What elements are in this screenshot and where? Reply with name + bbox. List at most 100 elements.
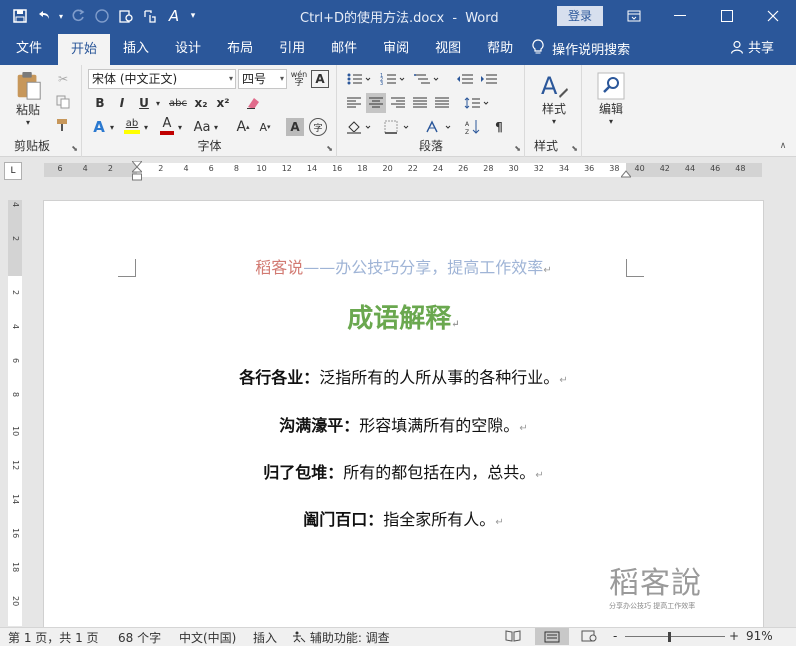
change-case-dropdown-icon[interactable]: ▾ <box>211 116 221 138</box>
page-count[interactable]: 第 1 页，共 1 页 <box>8 629 99 646</box>
grow-font-button[interactable]: A ▴ <box>233 116 253 138</box>
copy-icon[interactable] <box>54 93 72 111</box>
vertical-ruler[interactable]: 4 2 2 4 6 8 10 12 14 16 18 20 <box>8 200 22 626</box>
font-size-combo[interactable]: 四号 ▾ <box>238 69 287 89</box>
zoom-level[interactable]: 91% <box>746 629 773 643</box>
horizontal-ruler[interactable]: 6 4 2 2 4 6 8 10 12 14 16 18 20 22 24 26 28 30 32 34 36 38 40 4… <box>44 161 762 181</box>
tab-review[interactable]: 审阅 <box>370 32 422 65</box>
zoom-slider[interactable] <box>625 636 725 637</box>
tell-me-search[interactable]: 操作说明搜索 <box>532 32 630 65</box>
enclose-characters-button[interactable]: 字 <box>309 118 327 136</box>
text-effects-dropdown-icon[interactable]: ▾ <box>107 116 117 138</box>
tab-view[interactable]: 视图 <box>422 32 474 65</box>
insert-mode[interactable]: 插入 <box>253 629 277 646</box>
tab-selector-icon[interactable]: L <box>4 162 22 180</box>
font-style-icon[interactable]: A <box>162 4 186 28</box>
tab-help[interactable]: 帮助 <box>474 32 526 65</box>
tab-mailings[interactable]: 邮件 <box>318 32 370 65</box>
font-name-combo[interactable]: 宋体 (中文正文) ▾ <box>88 69 236 89</box>
multilevel-list-icon[interactable] <box>412 69 442 89</box>
tab-references[interactable]: 引用 <box>266 32 318 65</box>
share-button[interactable]: 共享 <box>730 32 774 65</box>
editing-button[interactable]: 编辑 ▾ <box>589 69 633 129</box>
minimize-icon[interactable] <box>657 0 703 32</box>
distributed-icon[interactable] <box>432 93 452 113</box>
align-center-icon[interactable] <box>366 93 386 113</box>
clipboard-launcher-icon[interactable]: ⬊ <box>71 144 78 153</box>
right-indent-marker-icon[interactable] <box>621 170 631 178</box>
show-marks-icon[interactable]: ¶ <box>488 117 510 137</box>
bullets-icon[interactable] <box>344 69 374 89</box>
read-mode-icon[interactable] <box>505 630 521 645</box>
bold-button[interactable]: B <box>91 93 109 113</box>
align-right-icon[interactable] <box>388 93 408 113</box>
ribbon-display-options-icon[interactable] <box>611 0 657 32</box>
chinese-layout-icon[interactable] <box>424 117 454 137</box>
save-icon[interactable] <box>8 4 32 28</box>
print-layout-icon[interactable] <box>535 628 569 645</box>
close-icon[interactable] <box>750 0 796 32</box>
tab-file[interactable]: 文件 <box>0 32 58 65</box>
character-shading-button[interactable]: A <box>286 118 304 136</box>
accessibility-status[interactable]: 辅助功能: 调查 <box>292 629 390 646</box>
justify-icon[interactable] <box>410 93 430 113</box>
format-painter-icon[interactable] <box>54 116 72 134</box>
font-launcher-icon[interactable]: ⬊ <box>326 144 333 153</box>
tab-insert[interactable]: 插入 <box>110 32 162 65</box>
italic-button[interactable]: I <box>113 93 131 113</box>
cut-icon[interactable]: ✂ <box>54 70 72 88</box>
document-page[interactable]: 稻客说——办公技巧分享，提高工作效率↵ 成语解释↵ 各行各业：泛指所有的人所从事… <box>44 201 763 627</box>
styles-launcher-icon[interactable]: ⬊ <box>571 144 578 153</box>
paste-button[interactable]: 粘贴 ▾ <box>8 71 48 127</box>
ribbon: 粘贴 ▾ ✂ 剪贴板 ⬊ 宋体 (中文正文) ▾ 四号 ▾ wén 字 A B … <box>0 65 796 157</box>
phonetic-guide-button[interactable]: wén 字 <box>289 68 309 90</box>
highlight-button[interactable]: ab <box>121 115 143 137</box>
tab-design[interactable]: 设计 <box>162 32 214 65</box>
shrink-font-button[interactable]: A ▾ <box>255 116 275 138</box>
idiom-definition: 所有的都包括在内，总共。 <box>343 463 536 482</box>
decrease-indent-icon[interactable] <box>454 69 476 89</box>
text-effects-button[interactable]: A <box>89 116 109 138</box>
zoom-out-button[interactable]: - <box>613 629 617 643</box>
circle-icon[interactable] <box>90 4 114 28</box>
change-case-button[interactable]: Aa <box>191 116 213 138</box>
collapse-ribbon-icon[interactable]: ∧ <box>776 139 790 153</box>
font-color-dropdown-icon[interactable]: ▾ <box>175 116 185 138</box>
indent-marker-icon[interactable] <box>132 161 142 181</box>
font-color-button[interactable]: A <box>157 115 177 137</box>
character-border-button[interactable]: A <box>311 70 329 88</box>
superscript-button[interactable]: x² <box>213 93 233 113</box>
login-button[interactable]: 登录 <box>557 6 603 26</box>
undo-icon[interactable] <box>32 4 56 28</box>
maximize-icon[interactable] <box>704 0 750 32</box>
web-layout-icon[interactable] <box>581 630 597 645</box>
subscript-button[interactable]: x₂ <box>191 93 211 113</box>
numbering-icon[interactable]: 123 <box>378 69 408 89</box>
clear-formatting-icon[interactable] <box>243 93 263 113</box>
ruler-tick: 24 <box>432 164 444 173</box>
tab-layout[interactable]: 布局 <box>214 32 266 65</box>
zoom-slider-thumb[interactable] <box>668 632 671 642</box>
borders-icon[interactable] <box>382 117 412 137</box>
line-spacing-icon[interactable] <box>462 93 492 113</box>
paragraph-launcher-icon[interactable]: ⬊ <box>514 144 521 153</box>
word-count[interactable]: 68 个字 <box>118 629 161 646</box>
styles-button[interactable]: A 样式 ▾ <box>532 69 576 129</box>
sort-icon[interactable]: AZ <box>462 117 484 137</box>
language[interactable]: 中文(中国) <box>179 629 236 646</box>
undo-dropdown-icon[interactable]: ▾ <box>56 4 66 28</box>
underline-button[interactable]: U <box>135 93 153 113</box>
zoom-in-button[interactable]: + <box>729 629 739 643</box>
shading-icon[interactable] <box>344 117 374 137</box>
highlight-dropdown-icon[interactable]: ▾ <box>141 116 151 138</box>
customize-icon[interactable]: ▾ <box>186 4 200 28</box>
touch-mode-icon[interactable] <box>138 4 162 28</box>
underline-dropdown-icon[interactable]: ▾ <box>153 93 163 113</box>
align-left-icon[interactable] <box>344 93 364 113</box>
print-preview-icon[interactable] <box>114 4 138 28</box>
redo-icon[interactable] <box>66 4 90 28</box>
font-group: 宋体 (中文正文) ▾ 四号 ▾ wén 字 A B I U ▾ abc x₂ x² … <box>83 65 337 157</box>
strikethrough-button[interactable]: abc <box>167 93 189 113</box>
increase-indent-icon[interactable] <box>478 69 500 89</box>
tab-home[interactable]: 开始 <box>58 34 111 65</box>
